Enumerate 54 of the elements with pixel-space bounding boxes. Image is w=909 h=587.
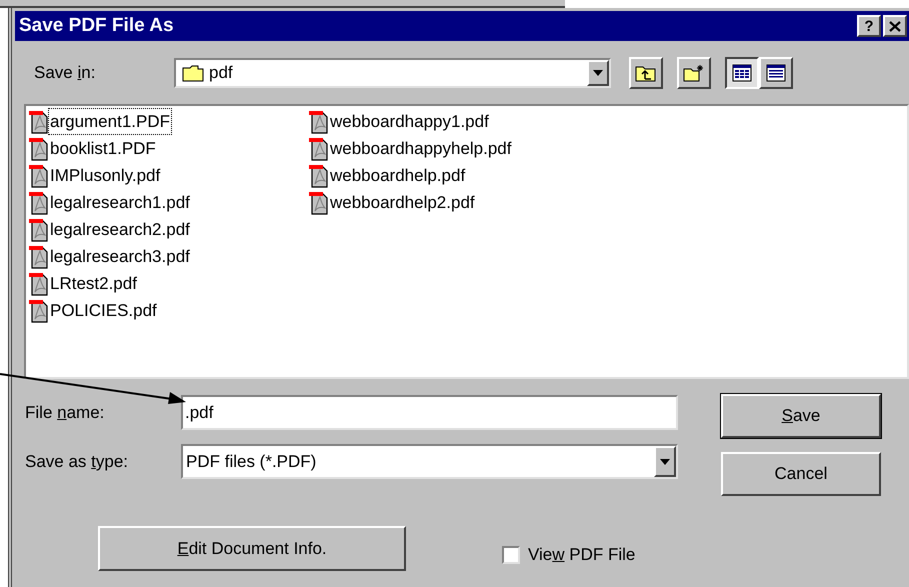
dropdown-arrow-icon	[660, 458, 670, 464]
new-folder-icon	[683, 64, 705, 82]
folder-icon	[182, 64, 204, 82]
file-item[interactable]: webboardhappy1.pdf	[308, 108, 588, 135]
save-in-dropdown-button[interactable]	[587, 60, 609, 86]
save-as-type-label: Save as type:	[24, 450, 130, 473]
save-as-type-dropdown[interactable]: PDF files (*.PDF)	[181, 444, 678, 479]
dropdown-arrow-icon	[593, 70, 603, 76]
details-view-icon	[766, 64, 786, 82]
pdf-file-icon	[28, 190, 48, 214]
pdf-file-icon	[28, 136, 48, 160]
up-folder-button[interactable]	[629, 57, 663, 89]
file-item[interactable]: webboardhelp2.pdf	[308, 189, 588, 216]
pdf-file-icon	[308, 136, 328, 160]
file-item[interactable]: POLICIES.pdf	[28, 297, 308, 324]
pdf-file-icon	[28, 164, 48, 188]
pdf-file-icon	[28, 298, 48, 322]
file-item[interactable]: legalresearch1.pdf	[28, 189, 308, 216]
file-name-field[interactable]: .pdf	[183, 397, 676, 428]
window-title: Save PDF File As	[19, 14, 175, 38]
list-view-icon	[732, 64, 752, 82]
close-button[interactable]	[883, 15, 907, 37]
file-item[interactable]: legalresearch3.pdf	[28, 243, 308, 270]
cancel-button[interactable]: Cancel	[721, 452, 881, 496]
file-item[interactable]: argument1.PDF	[28, 108, 308, 135]
details-view-button[interactable]	[759, 57, 793, 89]
help-button[interactable]: ?	[857, 15, 881, 37]
pdf-file-icon	[28, 218, 48, 242]
file-item[interactable]: IMPlusonly.pdf	[28, 162, 308, 189]
pdf-file-icon	[28, 244, 48, 268]
new-folder-button[interactable]	[677, 57, 711, 89]
list-view-button[interactable]	[725, 57, 759, 89]
pdf-file-icon	[308, 164, 328, 188]
file-item[interactable]: webboardhelp.pdf	[308, 162, 588, 189]
pdf-file-icon	[28, 110, 48, 134]
file-item[interactable]: LRtest2.pdf	[28, 270, 308, 297]
view-pdf-label: View PDF File	[528, 544, 636, 566]
file-item[interactable]: booklist1.PDF	[28, 135, 308, 162]
view-pdf-checkbox[interactable]	[502, 546, 520, 564]
file-name-label: File name:	[24, 402, 106, 424]
save-as-type-dropdown-button[interactable]	[654, 446, 676, 477]
file-item[interactable]: legalresearch2.pdf	[28, 216, 308, 243]
edit-document-info-button[interactable]: Edit Document Info.	[98, 526, 406, 571]
save-in-label: Save in:	[34, 62, 96, 84]
close-icon	[889, 20, 901, 32]
up-folder-icon	[635, 64, 657, 82]
save-in-dropdown[interactable]: pdf	[174, 58, 611, 88]
pdf-file-icon	[28, 272, 48, 296]
save-as-type-value: PDF files (*.PDF)	[185, 450, 318, 473]
save-button[interactable]: Save	[721, 394, 881, 438]
save-in-value: pdf	[209, 62, 233, 84]
pdf-file-icon	[308, 110, 328, 134]
pdf-file-icon	[308, 190, 328, 214]
file-item[interactable]: webboardhappyhelp.pdf	[308, 135, 588, 162]
